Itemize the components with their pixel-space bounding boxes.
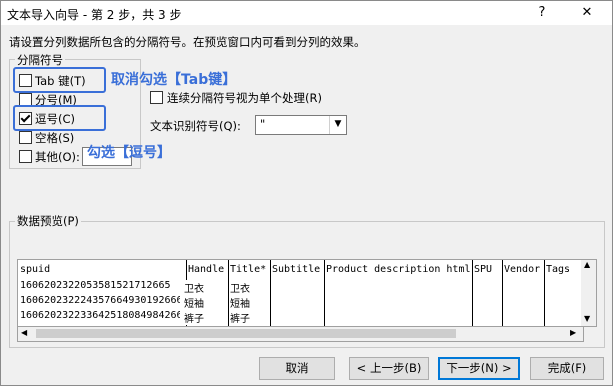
scroll-down-icon[interactable]: ▼ bbox=[584, 314, 590, 323]
data-cell: 短袖 bbox=[180, 295, 204, 310]
preview-horizontal-scrollbar[interactable]: ◀ ▶ bbox=[17, 326, 584, 342]
other-checkbox[interactable] bbox=[19, 150, 32, 163]
header-cell: Title* bbox=[230, 264, 267, 275]
consecutive-checkbox[interactable] bbox=[150, 91, 163, 104]
scroll-left-icon[interactable]: ◀ bbox=[21, 328, 27, 337]
data-cell: 卫衣 bbox=[230, 284, 250, 295]
comma-annotation-box bbox=[13, 105, 106, 131]
text-qualifier-select[interactable]: " ▼ bbox=[255, 115, 347, 135]
cancel-button[interactable]: 取消 bbox=[259, 357, 335, 380]
header-cell: SPU bbox=[474, 264, 493, 275]
text-import-wizard-dialog: 文本导入向导 - 第 2 步，共 3 步 ? ✕ 请设置分列数据所包含的分隔符号… bbox=[0, 0, 613, 386]
other-label: 其他(O): bbox=[35, 150, 80, 164]
data-cell: 卫衣 bbox=[180, 280, 204, 295]
tab-annotation-box bbox=[13, 67, 106, 93]
header-cell: Product description html bbox=[326, 264, 471, 275]
scroll-up-icon[interactable]: ▲ bbox=[584, 260, 590, 269]
chevron-down-icon[interactable]: ▼ bbox=[329, 116, 346, 134]
space-checkbox[interactable] bbox=[19, 131, 32, 144]
delimiters-legend: 分隔符号 bbox=[15, 52, 65, 68]
consecutive-label: 连续分隔符号视为单个处理(R) bbox=[167, 91, 322, 105]
header-cell: Subtitle bbox=[272, 264, 321, 275]
data-cell: 裤子 bbox=[230, 314, 250, 325]
preview-vertical-scrollbar[interactable]: ▲ ▼ bbox=[581, 259, 597, 327]
header-cell: spuid bbox=[20, 264, 51, 275]
header-cell: Tags bbox=[546, 264, 571, 275]
space-label: 空格(S) bbox=[35, 131, 75, 145]
tab-annotation-text: 取消勾选【Tab键】 bbox=[111, 72, 237, 88]
data-cell: 1606202322243576649301926665 bbox=[20, 295, 189, 306]
instruction-text: 请设置分列数据所包含的分隔符号。在预览窗口内可看到分列的效果。 bbox=[9, 35, 366, 49]
text-qualifier-label: 文本识别符号(Q): bbox=[150, 119, 241, 133]
finish-button[interactable]: 完成(F) bbox=[530, 357, 604, 380]
text-qualifier-value: " bbox=[260, 117, 266, 131]
data-cell: 裤子 bbox=[180, 310, 204, 325]
window-title: 文本导入向导 - 第 2 步，共 3 步 bbox=[7, 8, 182, 22]
back-button[interactable]: < 上一步(B) bbox=[349, 357, 429, 380]
data-cell: 1606202322053581521712665 bbox=[20, 280, 171, 291]
data-cell: 短袖 bbox=[230, 299, 250, 310]
header-cell: Handle bbox=[188, 264, 225, 275]
header-cell: Vendor bbox=[504, 264, 541, 275]
comma-annotation-text: 勾选【逗号】 bbox=[87, 145, 171, 161]
data-preview-grid[interactable]: spuid Handle Title* Subtitle Product des… bbox=[17, 259, 583, 327]
scroll-right-icon[interactable]: ▶ bbox=[570, 328, 576, 337]
preview-legend: 数据预览(P) bbox=[15, 213, 81, 229]
close-button[interactable]: ✕ bbox=[567, 1, 607, 25]
scroll-thumb[interactable] bbox=[36, 329, 456, 338]
data-cell: 1606202322336425180849842665 bbox=[20, 310, 189, 321]
help-button[interactable]: ? bbox=[522, 1, 562, 25]
title-bar: 文本导入向导 - 第 2 步，共 3 步 ? ✕ bbox=[1, 1, 612, 25]
next-button[interactable]: 下一步(N) > bbox=[438, 357, 520, 380]
